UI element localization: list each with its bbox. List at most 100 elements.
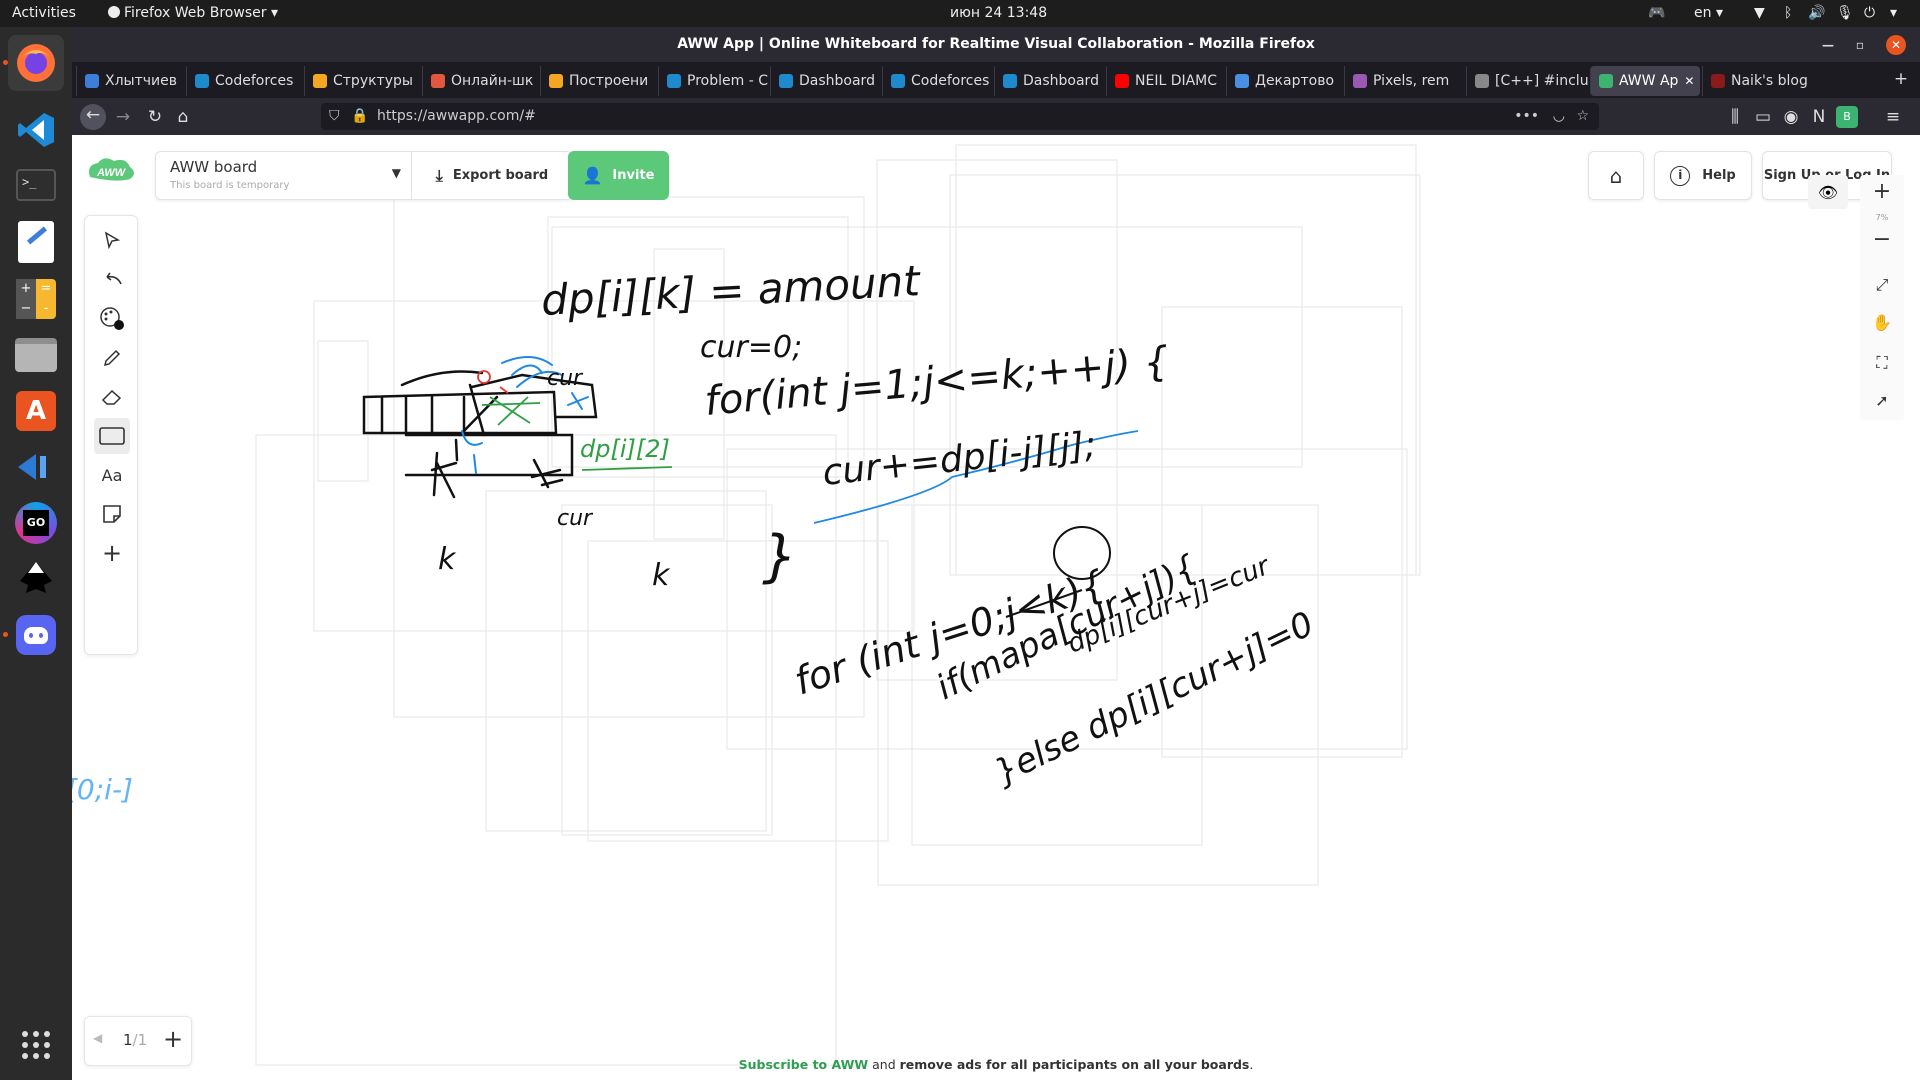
window-titlebar[interactable]: AWW App | Online Whiteboard for Realtime…: [72, 27, 1920, 62]
text-editor-icon[interactable]: [8, 214, 64, 270]
page-actions-icon[interactable]: •••: [1514, 103, 1539, 130]
browser-tab[interactable]: Problem - C: [658, 66, 770, 96]
aww-logo[interactable]: AWW: [86, 155, 136, 185]
board-name-dropdown[interactable]: AWW board This board is temporary ▼: [156, 152, 412, 199]
url-bar[interactable]: ⛉ 🔒 https://awwapp.com/# ••• ◡ ☆: [321, 103, 1599, 130]
activities-button[interactable]: Activities: [12, 5, 76, 21]
laser-pointer-icon[interactable]: ➚: [1860, 391, 1904, 421]
browser-tab[interactable]: Построени: [540, 66, 658, 96]
canvas-text-dp-label: dp[i][2]: [580, 435, 670, 463]
back-icon[interactable]: ←: [80, 104, 106, 130]
promo-middle: and: [868, 1057, 900, 1072]
sticky-note-icon: [103, 505, 121, 523]
discord-tray-icon[interactable]: 🎮: [1648, 5, 1665, 21]
app-menu[interactable]: Firefox Web Browser ▾: [108, 5, 278, 21]
pocket-icon[interactable]: ◡: [1553, 103, 1565, 130]
browser-tab[interactable]: Онлайн-шк: [422, 66, 540, 96]
tab-close-icon[interactable]: ✕: [1684, 74, 1694, 88]
discord-icon[interactable]: [8, 607, 64, 663]
browser-tab[interactable]: Dashboard: [770, 66, 882, 96]
pencil-icon: [103, 349, 121, 367]
azure-data-studio-icon[interactable]: [8, 439, 64, 495]
add-tool[interactable]: +: [94, 535, 130, 571]
account-icon[interactable]: ◉: [1780, 106, 1802, 128]
microphone-icon[interactable]: 🎙: [1836, 5, 1854, 21]
pen-tool[interactable]: [94, 340, 130, 376]
help-button[interactable]: i Help: [1654, 151, 1752, 200]
bookmark-star-icon[interactable]: ☆: [1576, 103, 1589, 130]
browser-tab[interactable]: [C++] #inclu: [1466, 66, 1588, 96]
maximize-icon[interactable]: ▫: [1850, 35, 1870, 55]
home-button[interactable]: ⌂: [1588, 151, 1644, 200]
select-tool[interactable]: [94, 222, 130, 258]
firefox-small-icon: [108, 6, 120, 18]
canvas-text-cur-top: cur: [547, 366, 584, 391]
tab-favicon: [1115, 74, 1129, 88]
close-icon[interactable]: ✕: [1886, 35, 1906, 55]
chevron-down-icon: ▾: [270, 5, 278, 21]
browser-tab[interactable]: Декартово: [1226, 66, 1344, 96]
power-icon[interactable]: ⏻: [1864, 5, 1875, 21]
reload-icon[interactable]: ↻: [144, 106, 166, 128]
browser-tab[interactable]: NEIL DIAMC: [1106, 66, 1226, 96]
undo-tool[interactable]: [94, 261, 130, 297]
inkscape-icon[interactable]: [8, 551, 64, 607]
focus-icon[interactable]: ⛶: [1860, 353, 1904, 383]
extension-icon[interactable]: B: [1836, 106, 1858, 128]
library-icon[interactable]: ⫼: [1724, 106, 1746, 128]
zoom-out-icon[interactable]: −: [1860, 227, 1904, 257]
browser-tab-active[interactable]: AWW Ap ✕: [1590, 66, 1700, 96]
eraser-tool[interactable]: [94, 379, 130, 415]
add-user-icon: 👤: [582, 166, 603, 185]
forward-icon[interactable]: →: [112, 106, 134, 128]
firefox-icon[interactable]: [8, 35, 64, 91]
browser-tab[interactable]: Codeforces: [882, 66, 994, 96]
text-tool[interactable]: Aa: [94, 457, 130, 493]
clock[interactable]: июн 24 13:48: [950, 5, 1047, 21]
browser-tab[interactable]: Codeforces: [186, 66, 304, 96]
wifi-icon[interactable]: ▼: [1754, 5, 1765, 21]
browser-tab[interactable]: Dashboard: [994, 66, 1106, 96]
shield-icon[interactable]: ⛉: [329, 103, 340, 130]
add-page-icon[interactable]: +: [163, 1025, 183, 1053]
browser-tab[interactable]: Структуры: [304, 66, 422, 96]
browser-tab[interactable]: Naik's blog: [1702, 66, 1820, 96]
fit-to-screen-icon[interactable]: ⤢: [1860, 275, 1904, 305]
subscribe-link[interactable]: Subscribe to AWW: [739, 1057, 869, 1072]
bluetooth-icon[interactable]: ᛒ: [1784, 5, 1792, 21]
sidebar-icon[interactable]: ▭: [1752, 106, 1774, 128]
show-applications-icon[interactable]: [8, 1017, 64, 1073]
hamburger-menu-icon[interactable]: ≡: [1882, 106, 1904, 128]
zoom-in-icon[interactable]: +: [1860, 179, 1904, 209]
sticky-note-tool[interactable]: [94, 496, 130, 532]
viewers-button[interactable]: 👁: [1808, 175, 1848, 209]
language-indicator[interactable]: en ▾: [1694, 5, 1723, 21]
previous-page-icon[interactable]: ◀: [93, 1031, 102, 1045]
shape-tool[interactable]: [94, 418, 130, 454]
software-center-icon[interactable]: A: [8, 383, 64, 439]
board-header: AWW board This board is temporary ▼ ⤓ Ex…: [155, 151, 573, 200]
browser-tab[interactable]: Pixels, rem: [1344, 66, 1466, 96]
pan-hand-icon[interactable]: ✋: [1860, 313, 1904, 343]
minimize-icon[interactable]: —: [1818, 35, 1838, 55]
calculator-icon[interactable]: + = − -: [8, 271, 64, 327]
invite-button[interactable]: 👤 Invite: [568, 151, 669, 200]
export-board-button[interactable]: ⤓ Export board: [412, 152, 572, 199]
palette-icon: [100, 307, 124, 330]
application-dock: >_ + = − - A GO: [0, 27, 72, 1080]
whiteboard-canvas[interactable]: cur cur k k dp[i][2] [0;i-] dp[i][k] = a…: [72, 135, 1920, 1080]
chevron-down-icon[interactable]: ▾: [1890, 5, 1897, 21]
tab-label: Problem - C: [687, 73, 768, 89]
browser-tab[interactable]: Хлытчиев: [76, 66, 186, 96]
files-icon[interactable]: [8, 327, 64, 383]
notion-extension-icon[interactable]: N: [1808, 106, 1830, 128]
new-tab-icon[interactable]: +: [1890, 68, 1912, 90]
lock-icon[interactable]: 🔒: [351, 103, 368, 130]
vscode-icon[interactable]: [8, 102, 64, 158]
canvas-text-k: k: [438, 542, 457, 577]
terminal-icon[interactable]: >_: [8, 157, 64, 213]
goland-icon[interactable]: GO: [8, 495, 64, 551]
home-icon[interactable]: ⌂: [172, 106, 194, 128]
volume-icon[interactable]: 🔊: [1808, 5, 1825, 21]
color-palette-tool[interactable]: [94, 300, 130, 336]
